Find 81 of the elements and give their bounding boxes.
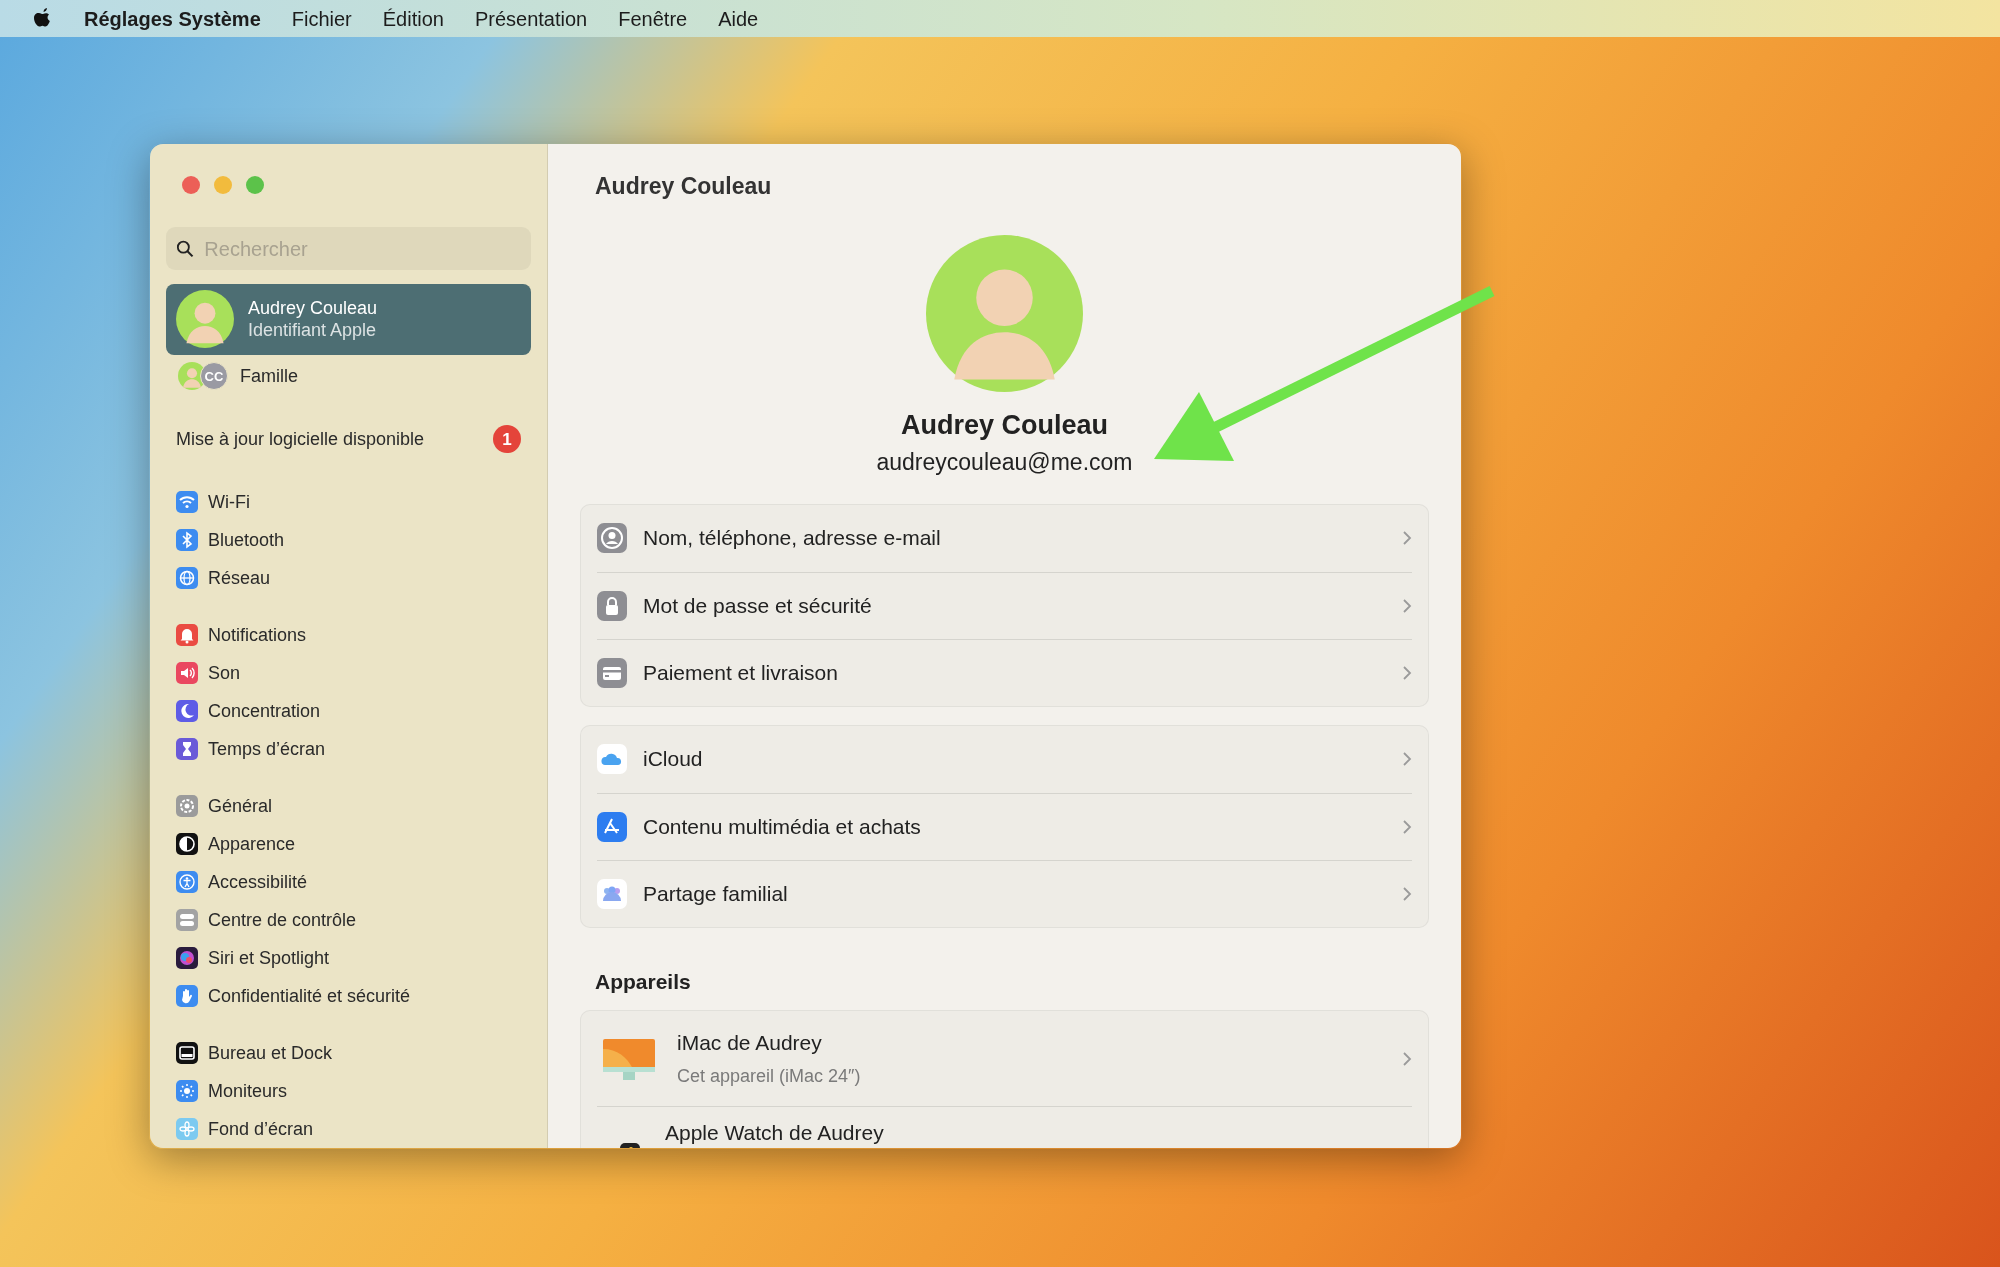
sidebar-item[interactable]: Général: [166, 787, 531, 825]
menu-item[interactable]: Aide: [718, 3, 759, 34]
settings-row[interactable]: Contenu multimédia et achats: [597, 792, 1412, 860]
sidebar-item[interactable]: Notifications: [166, 616, 531, 654]
device-name: Apple Watch de Audrey: [665, 1120, 885, 1146]
close-button[interactable]: [182, 176, 200, 194]
bell-icon: [176, 624, 198, 646]
app-store-icon: [597, 811, 627, 842]
sidebar-item[interactable]: Siri et Spotlight: [166, 939, 531, 977]
globe-icon: [176, 567, 198, 589]
update-item[interactable]: Mise à jour logicielle disponible 1: [166, 417, 531, 461]
sidebar-item[interactable]: Temps d’écran: [166, 730, 531, 768]
people-icon: [597, 878, 627, 909]
imac-drawing: [601, 1036, 657, 1081]
sidebar-item[interactable]: Fond d’écran: [166, 1110, 531, 1148]
card-icon: [597, 657, 627, 688]
sidebar-item[interactable]: Son: [166, 654, 531, 692]
initials-avatar: CC: [200, 362, 228, 391]
flower-icon: [176, 1118, 198, 1140]
menu-item[interactable]: Présentation: [474, 3, 588, 34]
page-title: Audrey Couleau: [594, 172, 773, 201]
menu-item[interactable]: Fenêtre: [618, 3, 688, 34]
hourglass-icon: [176, 738, 198, 760]
account-subtitle: Identifiant Apple: [248, 319, 378, 342]
sidebar-item[interactable]: Apparence: [166, 825, 531, 863]
chevron-icon: [1402, 664, 1412, 681]
avatar-silhouette: [176, 290, 234, 349]
device-row[interactable]: iMac de Audrey Cet appareil (iMac 24″): [597, 1011, 1412, 1106]
menu-item[interactable]: Édition: [382, 3, 444, 34]
dock-icon: [176, 1042, 198, 1064]
sidebar-item[interactable]: Centre de contrôle: [166, 901, 531, 939]
account-item[interactable]: Audrey Couleau Identifiant Apple: [166, 284, 531, 355]
settings-row[interactable]: Paiement et livraison: [597, 638, 1412, 706]
sidebar-item[interactable]: Accessibilité: [166, 863, 531, 901]
settings-row[interactable]: iCloud: [597, 725, 1412, 793]
sidebar-item[interactable]: Concentration: [166, 692, 531, 730]
zoom-button[interactable]: [246, 176, 264, 194]
orb-icon: [176, 947, 198, 969]
sidebar-item[interactable]: Bluetooth: [166, 521, 531, 559]
count-badge: 1: [493, 425, 521, 454]
minimize-button[interactable]: [214, 176, 232, 194]
sun-icon: [176, 1080, 198, 1102]
sidebar-item[interactable]: Moniteurs: [166, 1072, 531, 1110]
moon-icon: [176, 700, 198, 722]
wifi-icon: [176, 491, 198, 513]
speaker-icon: [176, 662, 198, 684]
search-icon: [176, 238, 195, 259]
device-detail: Cet appareil (iMac 24″): [677, 1064, 862, 1088]
chevron-icon: [1402, 530, 1412, 546]
chevron-icon: [1402, 751, 1412, 767]
family-label: Famille: [240, 364, 298, 388]
chevron-icon: [1402, 818, 1412, 835]
device-name: iMac de Audrey: [677, 1030, 823, 1057]
gear-icon: [176, 795, 198, 817]
contrast-icon: [176, 833, 198, 855]
sidebar-item[interactable]: Bureau et Dock: [166, 1034, 531, 1072]
sidebar-item[interactable]: Réseau: [166, 559, 531, 597]
lock-icon: [597, 590, 627, 621]
avatar-silhouette: [178, 362, 206, 391]
settings-row[interactable]: Nom, téléphone, adresse e-mail: [597, 504, 1412, 572]
settings-row[interactable]: Mot de passe et sécurité: [597, 571, 1412, 639]
chevron-icon: [1402, 597, 1412, 614]
account-name: Audrey Couleau: [248, 297, 378, 320]
accessibility-icon: [176, 871, 198, 893]
section-heading: Appareils: [594, 968, 692, 995]
cloud-icon: [597, 744, 627, 774]
profile-name: Audrey Couleau: [900, 408, 1108, 442]
family-item[interactable]: CC Famille: [166, 356, 531, 396]
person-icon: [597, 523, 627, 553]
app-menu[interactable]: Réglages Système: [84, 3, 261, 34]
chevron-icon: [1402, 1050, 1412, 1067]
device-row[interactable]: Apple Watch de Audrey: [597, 1106, 1412, 1148]
chevron-icon: [1402, 885, 1412, 902]
sidebar-item[interactable]: Confidentialité et sécurité: [166, 977, 531, 1015]
bluetooth-icon: [176, 529, 198, 551]
menu-item[interactable]: Fichier: [291, 3, 352, 34]
toggle-icon: [176, 909, 198, 931]
hand-icon: [176, 985, 198, 1007]
profile-email: audreycouleau@me.com: [876, 448, 1133, 477]
sidebar-item[interactable]: Wi-Fi: [166, 483, 531, 521]
settings-row[interactable]: Partage familial: [597, 859, 1412, 927]
